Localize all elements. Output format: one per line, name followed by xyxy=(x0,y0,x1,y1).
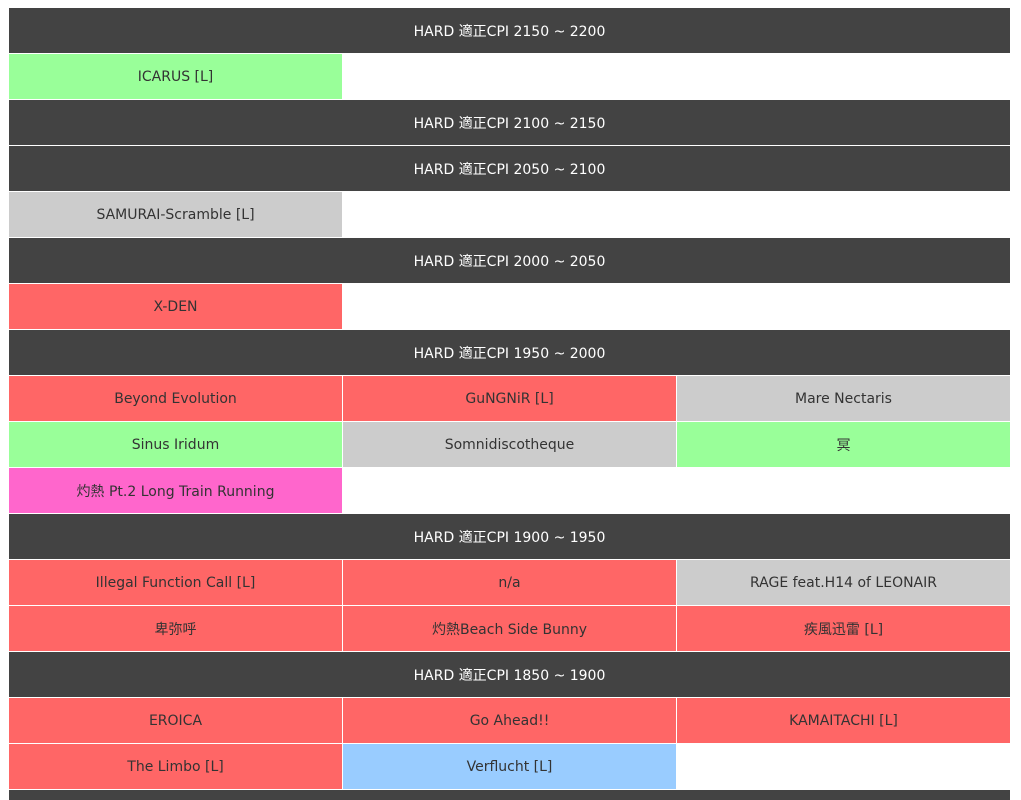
section-header: HARD 適正CPI 2100 ~ 2150 xyxy=(9,100,1010,146)
table-row: SAMURAI-Scramble [L] xyxy=(9,192,1010,238)
song-cell: 卑弥呼 xyxy=(9,606,343,652)
section-header: HARD 適正CPI 2000 ~ 2050 xyxy=(9,238,1010,284)
song-cell: RAGE feat.H14 of LEONAIR xyxy=(677,560,1010,606)
song-cell: 灼熱Beach Side Bunny xyxy=(343,606,677,652)
song-cell: Beyond Evolution xyxy=(9,376,343,422)
song-cell: KAMAITACHI [L] xyxy=(677,698,1010,744)
song-cell: Mare Nectaris xyxy=(677,376,1010,422)
empty-cell xyxy=(343,54,677,100)
empty-cell xyxy=(677,744,1010,790)
song-cell: Sinus Iridum xyxy=(9,422,343,468)
song-cell: SAMURAI-Scramble [L] xyxy=(9,192,343,238)
section-header: HARD 適正CPI 1900 ~ 1950 xyxy=(9,514,1010,560)
section-header: HARD 適正CPI 2150 ~ 2200 xyxy=(9,8,1010,54)
song-cell: Somnidiscotheque xyxy=(343,422,677,468)
song-cell: GuNGNiR [L] xyxy=(343,376,677,422)
table-row: ICARUS [L] xyxy=(9,54,1010,100)
table-row: X-DEN xyxy=(9,284,1010,330)
empty-cell xyxy=(677,192,1010,238)
table-row: Beyond Evolution GuNGNiR [L] Mare Nectaris xyxy=(9,376,1010,422)
table-row: 卑弥呼 灼熱Beach Side Bunny 疾風迅雷 [L] xyxy=(9,606,1010,652)
song-cell: Verflucht [L] xyxy=(343,744,677,790)
table-row: 灼熱 Pt.2 Long Train Running xyxy=(9,468,1010,514)
section-header: HARD 適正CPI 1950 ~ 2000 xyxy=(9,330,1010,376)
empty-cell xyxy=(677,54,1010,100)
empty-cell xyxy=(343,468,677,514)
empty-cell xyxy=(343,192,677,238)
table-row: The Limbo [L] Verflucht [L] xyxy=(9,744,1010,790)
song-cell: Illegal Function Call [L] xyxy=(9,560,343,606)
song-cell: n/a xyxy=(343,560,677,606)
song-cell: X-DEN xyxy=(9,284,343,330)
table-row: Illegal Function Call [L] n/a RAGE feat.H1… xyxy=(9,560,1010,606)
section-header: HARD 適正CPI 2050 ~ 2100 xyxy=(9,146,1010,192)
table-row: EROICA Go Ahead!! KAMAITACHI [L] xyxy=(9,698,1010,744)
section-header: HARD 適正CPI 1850 ~ 1900 xyxy=(9,652,1010,698)
empty-cell xyxy=(677,468,1010,514)
empty-cell xyxy=(343,284,677,330)
cpi-song-table: HARD 適正CPI 2150 ~ 2200 ICARUS [L] HARD 適正C… xyxy=(9,8,1010,800)
empty-cell xyxy=(677,284,1010,330)
song-cell: 冥 xyxy=(677,422,1010,468)
song-cell: 灼熱 Pt.2 Long Train Running xyxy=(9,468,343,514)
table-row: Sinus Iridum Somnidiscotheque 冥 xyxy=(9,422,1010,468)
song-cell: EROICA xyxy=(9,698,343,744)
song-cell: The Limbo [L] xyxy=(9,744,343,790)
song-cell: ICARUS [L] xyxy=(9,54,343,100)
song-cell: Go Ahead!! xyxy=(343,698,677,744)
song-cell: 疾風迅雷 [L] xyxy=(677,606,1010,652)
